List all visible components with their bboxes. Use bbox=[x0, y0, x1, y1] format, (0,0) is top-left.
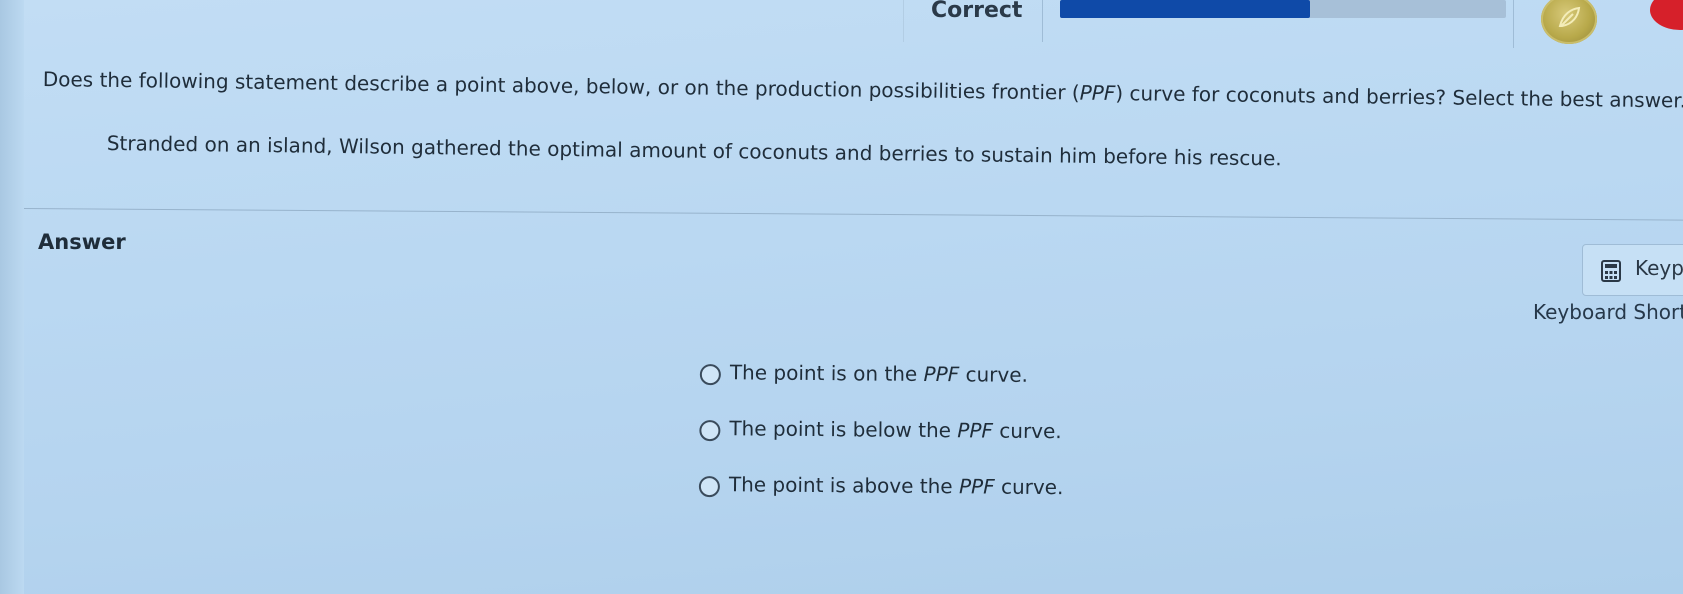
question-prompt: Does the following statement describe a … bbox=[43, 66, 1683, 114]
option-label-abbrev: PPF bbox=[957, 418, 994, 443]
progress-bar bbox=[1060, 0, 1506, 18]
radio-button[interactable] bbox=[698, 475, 720, 498]
question-prompt-start: Does the following statement describe a … bbox=[42, 66, 1080, 105]
keypad-button[interactable]: Keyp bbox=[1582, 244, 1683, 296]
left-edge bbox=[0, 0, 24, 594]
answer-heading: Answer bbox=[38, 230, 126, 254]
status-text: Correct bbox=[931, 0, 1023, 23]
option-label-abbrev: PPF bbox=[923, 361, 960, 387]
question-prompt-end: ) curve for coconuts and berries? Select… bbox=[1115, 81, 1683, 113]
option-label-abbrev: PPF bbox=[958, 474, 995, 499]
keyboard-shortcuts-link[interactable]: Keyboard Short bbox=[1533, 300, 1683, 324]
keypad-label: Keyp bbox=[1635, 256, 1683, 280]
top-bar: Correct bbox=[0, 0, 1683, 48]
page: Correct Does the following statement des… bbox=[0, 0, 1683, 594]
option-label: The point is on the PPF curve. bbox=[730, 360, 1028, 387]
option-label: The point is above the PPF curve. bbox=[729, 472, 1064, 499]
question-prompt-abbrev: PPF bbox=[1079, 80, 1116, 106]
option-label-start: The point is below the bbox=[729, 416, 958, 443]
progress-bar-fill bbox=[1060, 0, 1310, 18]
question-statement: Stranded on an island, Wilson gathered t… bbox=[106, 130, 1282, 171]
radio-button[interactable] bbox=[699, 419, 721, 442]
section-divider bbox=[23, 208, 1683, 221]
option-label-start: The point is on the bbox=[729, 360, 924, 386]
option-label: The point is below the PPF curve. bbox=[729, 416, 1062, 443]
calculator-icon bbox=[1601, 260, 1621, 282]
option-label-end: curve. bbox=[959, 362, 1029, 387]
option-label-end: curve. bbox=[994, 474, 1064, 500]
alert-icon[interactable] bbox=[1650, 0, 1683, 30]
option-label-end: curve. bbox=[992, 418, 1062, 444]
radio-button[interactable] bbox=[699, 363, 721, 386]
option-label-start: The point is above the bbox=[728, 472, 960, 499]
